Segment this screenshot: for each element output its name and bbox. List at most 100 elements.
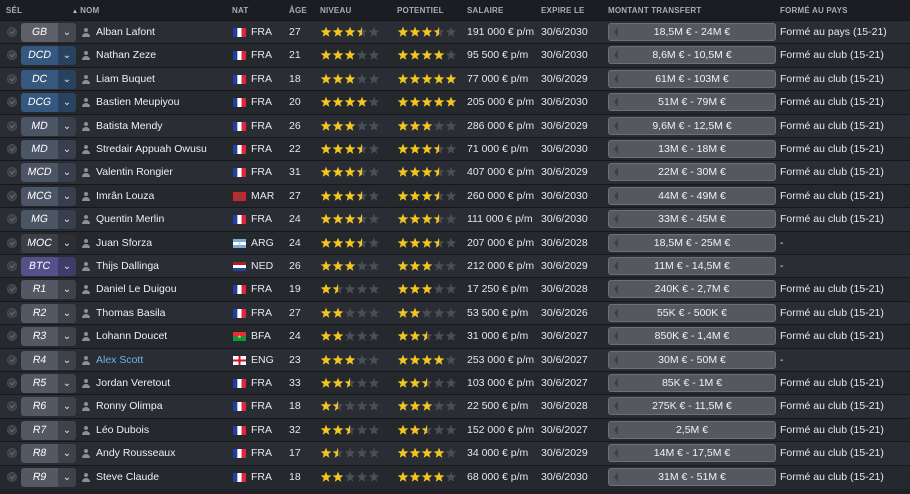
- select-checkbox[interactable]: [7, 214, 17, 225]
- player-name[interactable]: Alban Lafont: [96, 21, 155, 44]
- player-name[interactable]: Imrân Louza: [96, 185, 154, 208]
- player-name[interactable]: Jordan Veretout: [96, 372, 170, 395]
- col-nat[interactable]: NAT: [232, 6, 248, 15]
- select-checkbox[interactable]: [7, 73, 17, 84]
- select-checkbox[interactable]: [7, 261, 17, 271]
- table-row[interactable]: DCG ⌄ Bastien Meupiyou FRA 20 205 000 € p/m 30…: [0, 90, 910, 115]
- transfer-value[interactable]: 275K € - 11,5M €: [608, 397, 776, 416]
- table-row[interactable]: MD ⌄ Batista Mendy FRA 26 286 000 € p/m 30/6/2…: [0, 113, 910, 138]
- chevron-down-icon[interactable]: ⌄: [58, 186, 76, 206]
- transfer-value[interactable]: 9,6M € - 12,5M €: [608, 116, 776, 135]
- col-niveau[interactable]: NIVEAU: [320, 6, 351, 15]
- transfer-value[interactable]: 18,5M € - 24M €: [608, 23, 776, 41]
- table-row[interactable]: DCD ⌄ Nathan Zeze FRA 21 95 500 € p/m 30/6/203…: [0, 43, 910, 68]
- transfer-value[interactable]: 22M € - 30M €: [608, 163, 776, 182]
- select-checkbox[interactable]: [7, 120, 17, 131]
- table-row[interactable]: MG ⌄ Quentin Merlin FRA 24 111 000 € p/m 30/6/…: [0, 207, 910, 232]
- player-name[interactable]: Steve Claude: [96, 466, 159, 489]
- position-selector[interactable]: MOC ⌄: [21, 233, 76, 253]
- col-potentiel[interactable]: POTENTIEL: [397, 6, 444, 15]
- select-checkbox[interactable]: [7, 97, 17, 108]
- chevron-down-icon[interactable]: ⌄: [58, 233, 76, 253]
- chevron-down-icon[interactable]: ⌄: [58, 140, 76, 159]
- position-selector[interactable]: R1 ⌄: [21, 280, 76, 300]
- select-checkbox[interactable]: [7, 237, 17, 248]
- chevron-down-icon[interactable]: ⌄: [58, 46, 76, 66]
- position-selector[interactable]: R9 ⌄: [21, 467, 76, 487]
- select-checkbox[interactable]: [7, 354, 17, 365]
- table-row[interactable]: R7 ⌄ Léo Dubois FRA 32 152 000 € p/m 30/6/2027…: [0, 417, 910, 442]
- table-row[interactable]: MCG ⌄ Imrân Louza MAR 27 260 000 € p/m 30/6/20…: [0, 183, 910, 208]
- transfer-value[interactable]: 11M € - 14,5M €: [608, 257, 776, 275]
- table-row[interactable]: BTC ⌄ Thijs Dallinga NED 26 212 000 € p/m 30/6…: [0, 254, 910, 278]
- col-nom[interactable]: ▲ NOM: [72, 6, 99, 15]
- position-selector[interactable]: MG ⌄: [21, 210, 76, 230]
- table-row[interactable]: DC ⌄ Liam Buquet FRA 18 77 000 € p/m 30/6/2029…: [0, 66, 910, 91]
- select-checkbox[interactable]: [7, 471, 17, 482]
- table-row[interactable]: R1 ⌄ Daniel Le Duigou FRA 19 17 250 € p/m 30/6…: [0, 277, 910, 302]
- select-checkbox[interactable]: [7, 284, 17, 295]
- transfer-value[interactable]: 30M € - 50M €: [608, 350, 776, 369]
- chevron-down-icon[interactable]: ⌄: [58, 69, 76, 89]
- player-name[interactable]: Nathan Zeze: [96, 44, 156, 67]
- player-name[interactable]: Juan Sforza: [96, 232, 152, 255]
- position-selector[interactable]: MCG ⌄: [21, 186, 76, 206]
- position-selector[interactable]: R7 ⌄: [21, 420, 76, 440]
- chevron-down-icon[interactable]: ⌄: [58, 444, 76, 464]
- position-selector[interactable]: MD ⌄: [21, 116, 76, 136]
- position-selector[interactable]: DCG ⌄: [21, 93, 76, 113]
- col-expire[interactable]: EXPIRE LE: [541, 6, 585, 15]
- position-selector[interactable]: R2 ⌄: [21, 303, 76, 323]
- select-checkbox[interactable]: [7, 27, 17, 37]
- player-name[interactable]: Ronny Olimpa: [96, 395, 163, 418]
- player-name[interactable]: Bastien Meupiyou: [96, 91, 179, 114]
- select-checkbox[interactable]: [7, 144, 17, 154]
- table-row[interactable]: GB ⌄ Alban Lafont FRA 27 191 000 € p/m 30/6/20…: [0, 20, 910, 44]
- table-row[interactable]: R6 ⌄ Ronny Olimpa FRA 18 22 500 € p/m 30/6/202…: [0, 394, 910, 419]
- chevron-down-icon[interactable]: ⌄: [58, 467, 76, 487]
- table-row[interactable]: R9 ⌄ Steve Claude FRA 18 68 000 € p/m 30/6/203…: [0, 464, 910, 489]
- chevron-down-icon[interactable]: ⌄: [58, 303, 76, 323]
- chevron-down-icon[interactable]: ⌄: [58, 116, 76, 136]
- position-selector[interactable]: R8 ⌄: [21, 444, 76, 464]
- select-checkbox[interactable]: [7, 307, 17, 318]
- table-row[interactable]: R8 ⌄ Andy Rousseaux FRA 17 34 000 € p/m 30/6/2…: [0, 441, 910, 466]
- col-montant[interactable]: MONTANT TRANSFERT: [608, 6, 701, 15]
- transfer-value[interactable]: 2,5M €: [608, 420, 776, 439]
- player-name[interactable]: Stredair Appuah Owusu: [96, 138, 207, 161]
- table-row[interactable]: R5 ⌄ Jordan Veretout FRA 33 103 000 € p/m 30/6…: [0, 371, 910, 395]
- chevron-down-icon[interactable]: ⌄: [58, 397, 76, 417]
- chevron-down-icon[interactable]: ⌄: [58, 163, 76, 183]
- select-checkbox[interactable]: [7, 401, 17, 412]
- position-selector[interactable]: R3 ⌄: [21, 327, 76, 347]
- table-row[interactable]: MD ⌄ Stredair Appuah Owusu FRA 22 71 000 € p/…: [0, 137, 910, 161]
- table-row[interactable]: R3 ⌄ Lohann Doucet BFA 24 31 000 € p/m 30/6/20…: [0, 324, 910, 349]
- position-selector[interactable]: DCD ⌄: [21, 46, 76, 66]
- col-sel[interactable]: SÉL: [6, 6, 22, 15]
- chevron-down-icon[interactable]: ⌄: [58, 350, 76, 370]
- transfer-value[interactable]: 850K € - 1,4M €: [608, 327, 776, 346]
- player-name[interactable]: Daniel Le Duigou: [96, 278, 177, 301]
- transfer-value[interactable]: 8,6M € - 10,5M €: [608, 46, 776, 65]
- position-selector[interactable]: R6 ⌄: [21, 397, 76, 417]
- chevron-down-icon[interactable]: ⌄: [58, 327, 76, 347]
- transfer-value[interactable]: 44M € - 49M €: [608, 186, 776, 205]
- select-checkbox[interactable]: [7, 448, 17, 459]
- position-selector[interactable]: GB ⌄: [21, 23, 76, 42]
- chevron-down-icon[interactable]: ⌄: [58, 23, 76, 42]
- player-name[interactable]: Andy Rousseaux: [96, 442, 175, 465]
- select-checkbox[interactable]: [7, 50, 17, 61]
- position-selector[interactable]: R5 ⌄: [21, 374, 76, 393]
- chevron-down-icon[interactable]: ⌄: [58, 210, 76, 230]
- table-row[interactable]: R4 ⌄ Alex Scott ENG 23 253 000 € p/m 30/6/2027…: [0, 347, 910, 372]
- transfer-value[interactable]: 240K € - 2,7M €: [608, 280, 776, 299]
- transfer-value[interactable]: 61M € - 103M €: [608, 69, 776, 88]
- chevron-down-icon[interactable]: ⌄: [58, 420, 76, 440]
- transfer-value[interactable]: 33M € - 45M €: [608, 210, 776, 229]
- player-name[interactable]: Quentin Merlin: [96, 208, 164, 231]
- select-checkbox[interactable]: [7, 378, 17, 388]
- position-selector[interactable]: MD ⌄: [21, 140, 76, 159]
- player-name[interactable]: Lohann Doucet: [96, 325, 167, 348]
- player-name[interactable]: Batista Mendy: [96, 115, 163, 138]
- select-checkbox[interactable]: [7, 167, 17, 178]
